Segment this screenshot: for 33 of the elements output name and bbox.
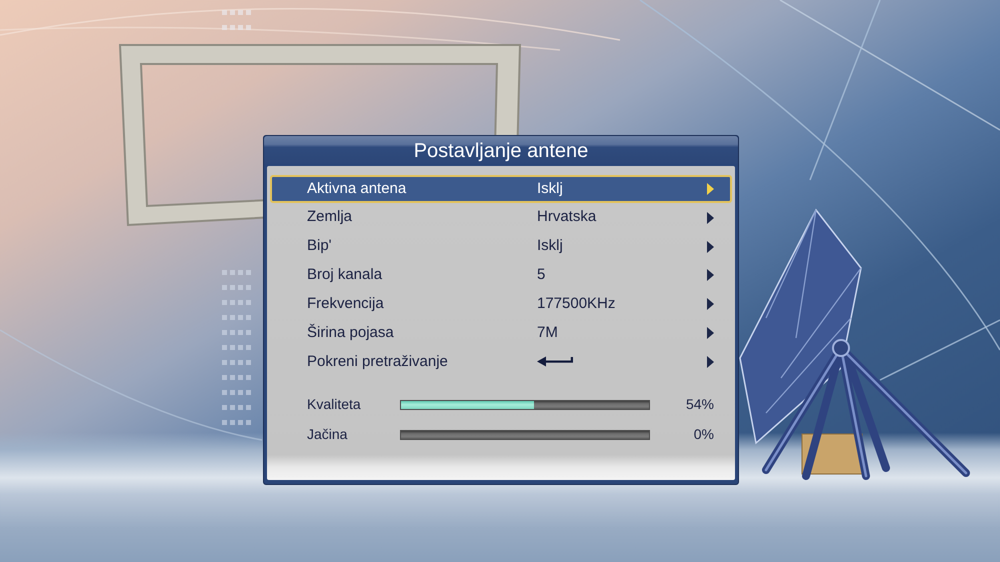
setting-label: Aktivna antena [307, 178, 406, 199]
setting-value: Hrvatska [537, 207, 596, 228]
right-arrow-icon [707, 356, 714, 368]
setting-value: Isklj [537, 236, 563, 256]
settings-row[interactable]: Frekvencija 177500KHz [270, 290, 732, 318]
right-arrow-icon [707, 327, 714, 340]
settings-row[interactable]: Bip' Isklj [270, 232, 732, 261]
setting-label: Broj kanala [307, 265, 382, 286]
setting-value: Isklj [537, 178, 563, 199]
return-arrow-icon [537, 356, 573, 368]
setting-value: 5 [537, 265, 546, 286]
settings-row[interactable]: Širina pojasa 7M [270, 319, 732, 348]
setting-value: 177500KHz [537, 294, 616, 314]
setting-value: 7M [537, 322, 558, 343]
meter-reading: 54% [686, 395, 714, 414]
meter-label: Kvaliteta [307, 396, 361, 412]
right-arrow-icon [707, 269, 714, 282]
settings-row[interactable]: Zemlja Hrvatska [270, 204, 732, 232]
meter-label: Jačina [307, 426, 348, 442]
settings-row[interactable]: Broj kanala 5 [270, 261, 732, 290]
setting-label: Zemlja [307, 207, 352, 228]
setting-label: Frekvencija [307, 294, 384, 314]
settings-row[interactable]: Aktivna antena Isklj [270, 174, 732, 203]
right-arrow-icon [707, 298, 714, 310]
dialog-title: Postavljanje antene [264, 136, 738, 164]
setting-label: Pokreni pretraživanje [307, 352, 448, 372]
setting-label: Bip' [307, 236, 332, 256]
setting-label: Širina pojasa [307, 322, 394, 343]
right-arrow-icon [707, 182, 714, 195]
right-arrow-icon [707, 212, 714, 224]
right-arrow-icon [707, 240, 714, 253]
settings-row[interactable]: Pokreni pretraživanje [270, 348, 732, 376]
meter-reading: 0% [694, 425, 714, 444]
